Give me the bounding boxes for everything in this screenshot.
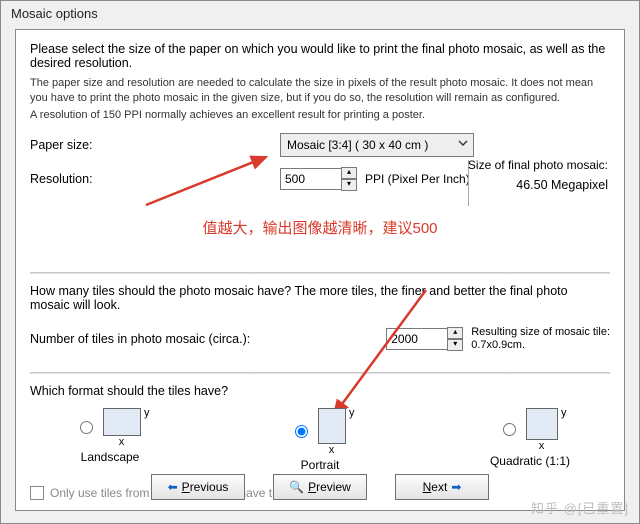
preview-label: review (316, 480, 351, 494)
previous-label: revious (190, 480, 229, 494)
resolution-input[interactable] (280, 168, 342, 190)
button-bar: ⬅ Previous 🔍 Preview Next ➡ (16, 474, 624, 500)
previous-button[interactable]: ⬅ Previous (151, 474, 245, 500)
resolution-up-button[interactable]: ▴ (341, 167, 357, 179)
arrow-right-icon: ➡ (451, 480, 461, 494)
arrow-left-icon: ⬅ (168, 480, 178, 494)
tiles-question: How many tiles should the photo mosaic h… (30, 284, 610, 312)
radio-quadratic[interactable] (503, 423, 516, 436)
fine-print-1: The paper size and resolution are needed… (30, 76, 610, 106)
tiles-up-button[interactable]: ▴ (447, 327, 463, 339)
landscape-label: Landscape (81, 450, 140, 464)
next-button[interactable]: Next ➡ (395, 474, 489, 500)
final-size-label: Size of final photo mosaic: (468, 158, 608, 172)
landscape-icon: y (103, 408, 141, 436)
tiles-count-spinner[interactable]: ▴ ▾ (386, 327, 463, 351)
window-title: Mosaic options (1, 1, 639, 26)
next-label: ext (431, 480, 447, 494)
quadratic-label: Quadratic (1:1) (490, 454, 570, 468)
paper-size-combo[interactable]: Mosaic [3:4] ( 30 x 40 cm ) (280, 133, 474, 157)
divider-1 (30, 272, 610, 274)
resolution-label: Resolution: (30, 172, 250, 186)
paper-size-value: Mosaic [3:4] ( 30 x 40 cm ) (287, 138, 428, 152)
quadratic-icon: y (526, 408, 558, 440)
resolution-unit: PPI (Pixel Per Inch) (365, 172, 470, 186)
resolution-spinner[interactable]: ▴ ▾ (280, 167, 357, 191)
tiles-count-label: Number of tiles in photo mosaic (circa.)… (30, 332, 386, 346)
preview-button[interactable]: 🔍 Preview (273, 474, 367, 500)
final-size-value: 46.50 Megapixel (516, 178, 608, 192)
window: Mosaic options Please select the size of… (0, 0, 640, 524)
watermark: 知乎 @[已重置] (531, 498, 629, 517)
radio-landscape[interactable] (80, 421, 93, 434)
tiles-down-button[interactable]: ▾ (447, 339, 463, 351)
magnifier-icon: 🔍 (289, 480, 304, 494)
format-radio-group: y x Landscape y x Portrait (30, 408, 610, 472)
tiles-count-input[interactable] (386, 328, 448, 350)
resolution-down-button[interactable]: ▾ (341, 179, 357, 191)
radio-portrait[interactable] (295, 425, 308, 438)
fine-print-2: A resolution of 150 PPI normally achieve… (30, 108, 610, 123)
chevron-down-icon (457, 137, 469, 152)
divider-2 (30, 372, 610, 374)
paper-size-label: Paper size: (30, 138, 250, 152)
tile-size-value: 0.7x0.9cm. (471, 339, 610, 352)
cn-annotation: 值越大，输出图像越清晰，建议500 (30, 217, 610, 238)
portrait-icon: y (318, 408, 346, 444)
tile-size-label: Resulting size of mosaic tile: (471, 326, 610, 339)
format-question: Which format should the tiles have? (30, 384, 610, 398)
portrait-label: Portrait (301, 458, 340, 472)
intro-text: Please select the size of the paper on w… (30, 42, 610, 70)
options-panel: Please select the size of the paper on w… (15, 29, 625, 511)
